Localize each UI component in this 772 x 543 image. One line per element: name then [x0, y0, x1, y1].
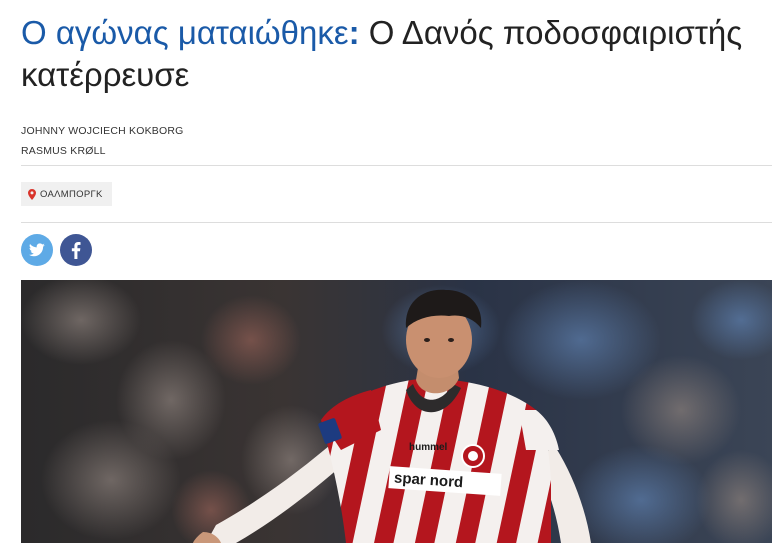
football-player-photo: hummel spar nord	[21, 280, 772, 543]
location-label: ΟΑΛΜΠΟΡΓΚ	[40, 188, 103, 200]
headline-kicker: Ο αγώνας ματαιώθηκε	[21, 14, 349, 51]
twitter-icon	[29, 243, 45, 257]
twitter-share-button[interactable]	[21, 234, 53, 266]
article-photo[interactable]: hummel spar nord	[21, 280, 772, 543]
headline-kicker-colon: :	[348, 14, 360, 51]
author-name-2[interactable]: RASMUS KRØLL	[21, 141, 184, 161]
location-pin-icon	[28, 188, 36, 200]
article-headline: Ο αγώνας ματαιώθηκε: Ο Δανός ποδοσφαιρισ…	[21, 12, 761, 96]
author-name-1[interactable]: JOHNNY WOJCIECH KOKBORG	[21, 121, 184, 141]
divider-top	[21, 165, 772, 166]
location-tag[interactable]: ΟΑΛΜΠΟΡΓΚ	[21, 182, 112, 206]
facebook-share-button[interactable]	[60, 234, 92, 266]
facebook-icon	[71, 241, 81, 259]
jersey-brand-text: hummel	[409, 442, 448, 453]
divider-bottom	[21, 222, 772, 223]
author-list: JOHNNY WOJCIECH KOKBORG RASMUS KRØLL	[21, 121, 184, 161]
